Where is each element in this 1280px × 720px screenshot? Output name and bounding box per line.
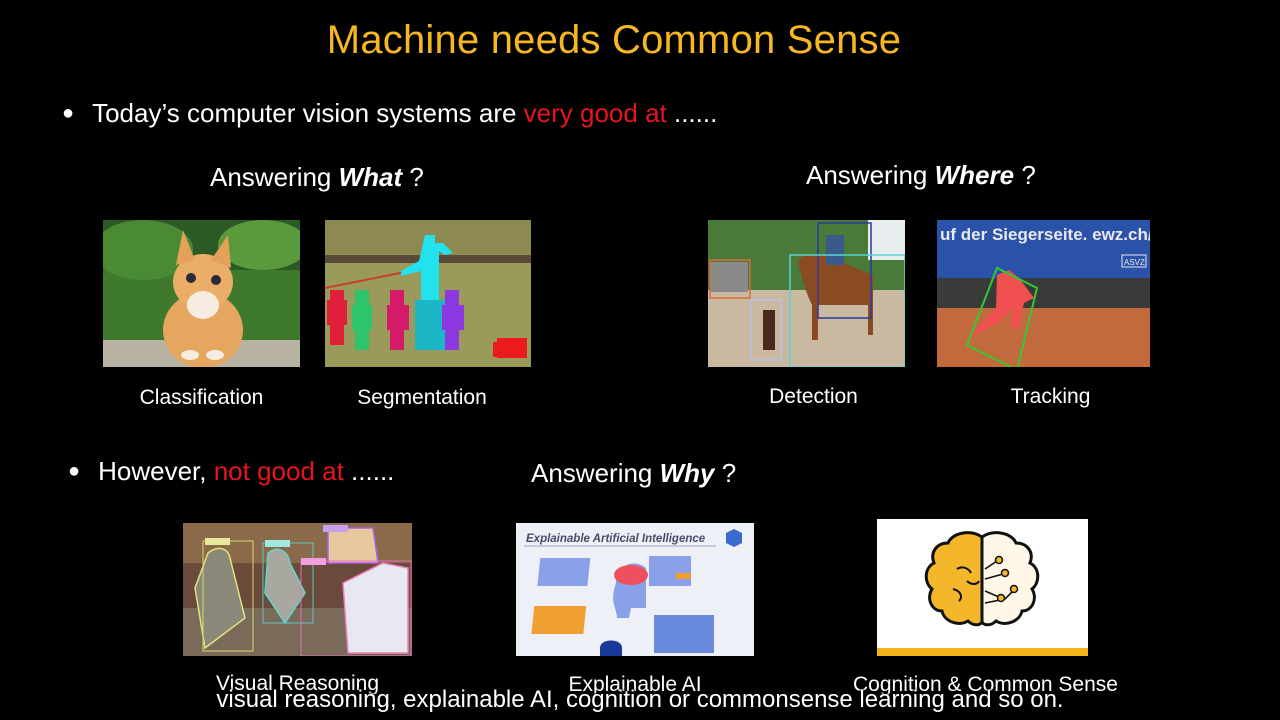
bullet-icon: ● <box>62 102 75 124</box>
xai-illustration: Explainable Artificial Intelligence <box>516 523 754 656</box>
bullet-good-at: ● Today’s computer vision systems are ver… <box>62 98 717 129</box>
heading-emphasis: Where <box>934 160 1015 190</box>
horse-detection-photo <box>708 220 905 367</box>
bullet-text: However, <box>98 456 214 486</box>
caption-segmentation: Segmentation <box>357 386 487 409</box>
xai-inner-title: Explainable Artificial Intelligence <box>526 533 706 545</box>
diner-scene-photo <box>183 523 412 656</box>
heading-emphasis: Why <box>659 458 715 488</box>
bullet-highlight: very good at <box>523 98 667 128</box>
bullet-ellipsis: ...... <box>343 456 395 486</box>
heading-why: Answering Why ? <box>531 458 736 489</box>
video-subtitle: visual reasoning, explainable AI, cognit… <box>216 686 1064 713</box>
bullet-highlight: not good at <box>213 456 344 486</box>
heading-suffix: ? <box>402 162 424 192</box>
bullet-text: Today’s computer vision systems are <box>92 98 524 128</box>
heading-what: Answering What ? <box>210 162 424 193</box>
tracking-badge-text: ASVZ <box>1124 258 1145 267</box>
caption-classification: Classification <box>139 386 264 409</box>
bullet-icon: ● <box>68 460 81 482</box>
kitten-photo <box>103 220 300 367</box>
segmented-dogs-photo <box>325 220 531 367</box>
caption-detection: Detection <box>769 385 858 408</box>
tennis-tracking-photo: uf der Siegerseite. ewz.ch/jobs ASVZ <box>937 220 1150 367</box>
bullet-ellipsis: ...... <box>666 98 718 128</box>
tracking-banner-text: uf der Siegerseite. ewz.ch/jobs <box>940 225 1150 244</box>
heading-suffix: ? <box>1014 160 1036 190</box>
heading-prefix: Answering <box>531 458 660 488</box>
bullet-not-good-at: ● However, not good at ...... <box>68 456 394 487</box>
heading-where: Answering Where ? <box>806 160 1036 191</box>
heading-prefix: Answering <box>210 162 339 192</box>
brain-circuit-illustration <box>877 519 1088 656</box>
slide-title: Machine needs Common Sense <box>326 18 902 62</box>
heading-suffix: ? <box>714 458 737 488</box>
heading-prefix: Answering <box>806 160 935 190</box>
heading-emphasis: What <box>338 162 403 192</box>
caption-tracking: Tracking <box>1010 385 1091 408</box>
